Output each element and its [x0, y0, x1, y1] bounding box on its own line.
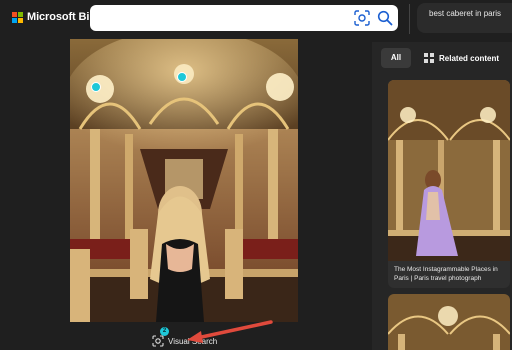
- grid-icon: [424, 53, 434, 63]
- query-chip-text: best caberet in paris: [429, 9, 502, 18]
- top-bar: Microsoft Bing best caberet in paris: [0, 0, 512, 42]
- tab-related-content[interactable]: Related content: [416, 48, 506, 68]
- result-card[interactable]: The Most Instagrammable Places in Paris …: [388, 80, 510, 288]
- image-hotspot-1[interactable]: [91, 82, 101, 92]
- visual-search-icon[interactable]: [354, 10, 370, 26]
- scrollbar[interactable]: [368, 42, 372, 350]
- result-thumbnail: [388, 294, 510, 350]
- microsoft-logo-icon: [12, 11, 23, 23]
- red-arrow-annotation: [187, 320, 273, 343]
- search-icon[interactable]: [377, 10, 393, 26]
- image-hotspot-2[interactable]: [177, 72, 187, 82]
- tab-all[interactable]: All: [381, 48, 411, 68]
- result-card[interactable]: [388, 294, 510, 350]
- header-divider: [409, 4, 410, 34]
- result-title[interactable]: The Most Instagrammable Places in Paris …: [394, 266, 506, 283]
- tab-related-label: Related content: [439, 53, 500, 63]
- result-thumbnail: [388, 80, 510, 261]
- query-chip[interactable]: best caberet in paris: [417, 3, 512, 33]
- camera-scan-icon: [152, 335, 164, 347]
- search-input[interactable]: [90, 5, 398, 31]
